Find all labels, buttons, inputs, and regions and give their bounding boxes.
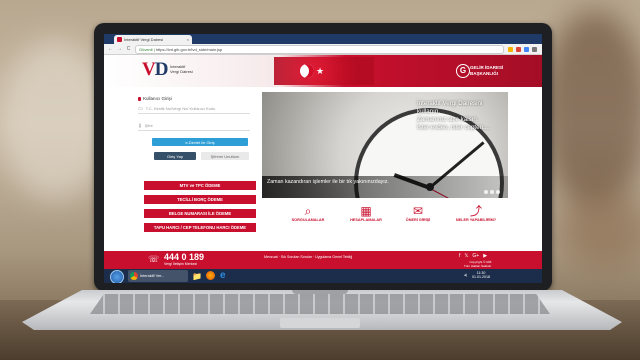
back-arrow-icon[interactable]: ← — [108, 46, 113, 52]
hero-line3: İster evden, ister cepten.... — [417, 124, 490, 131]
taskbar-date: 01.01.2018 — [472, 275, 491, 280]
social-links: f 𝕏 G+ ▶ — [459, 253, 487, 259]
extension-icon[interactable] — [516, 46, 521, 52]
logo-sub-line2: Vergi Dairesi — [170, 69, 193, 74]
hotline-number[interactable]: 444 0 189 — [164, 252, 204, 262]
extension-icons — [508, 46, 537, 52]
queries-link[interactable]: ⌕ SORGULAMALAR — [282, 204, 334, 222]
hero-headline: İnteraktif Vergi Dairesini kullanın. Zam… — [417, 100, 507, 132]
extension-icon[interactable] — [524, 46, 529, 52]
background-blur-right-low — [560, 190, 640, 270]
facebook-icon[interactable]: f — [459, 253, 460, 259]
password-placeholder: Şifre — [144, 123, 153, 128]
tab-title: İnteraktif Vergi Dairesi — [124, 37, 164, 42]
title-deed-phone-fee-payment-button[interactable]: TAPU HARCI / CEP TELEFONU HARCI ÖDEME — [144, 223, 256, 232]
forward-arrow-icon[interactable]: → — [117, 46, 122, 52]
what-can-i-do-link[interactable]: ⤴ NELER YAPABİLİRİM? — [450, 204, 502, 222]
suggestion-link[interactable]: ✉ ÖNERİ GİRİŞİ — [392, 204, 444, 222]
gib-title: GELİR İDARESİ BAŞKANLIĞI — [470, 65, 503, 76]
login-title: Kullanıcı Girişi — [138, 96, 172, 101]
hero-caption: Zaman kazandıran işlemler ile bir tık ya… — [267, 179, 389, 185]
volume-icon[interactable]: ◂) — [464, 273, 467, 277]
laptop-trackpad — [280, 318, 360, 328]
login-button[interactable]: Giriş Yap — [154, 152, 196, 160]
secure-indicator: Güvenli — [139, 46, 153, 52]
windows-taskbar: İnteraktif Ver... 📁 e ◂) 11:30 01.01.201… — [104, 269, 542, 283]
ivd-logo[interactable]: VD — [142, 59, 169, 81]
lock-icon — [138, 96, 141, 101]
gib-logo-icon: G — [456, 64, 470, 78]
url-text: https://ivd.gib.gov.tr/tvd_side/main.jsp — [155, 46, 223, 52]
slide-dot[interactable] — [490, 190, 494, 194]
favicon-icon — [117, 37, 122, 42]
browser-toolbar: ← → C Güvenli | https://ivd.gib.gov.tr/t… — [104, 44, 542, 55]
site-footer: ☏ 444 0 189 Vergi İletişim Merkezi Mevzu… — [104, 251, 542, 269]
address-bar[interactable]: Güvenli | https://ivd.gib.gov.tr/tvd_sid… — [135, 44, 504, 54]
username-field[interactable]: ▭ T.C. Kimlik No/Vergi No/ Kullanıcı Kod… — [138, 104, 250, 114]
hero-line1: İnteraktif Vergi Dairesini kullanın. — [417, 100, 483, 115]
logo-letter-v: V — [142, 59, 156, 80]
copyright-line2: Tüm Hakları Saklıdır — [464, 263, 492, 268]
suggestion-label: ÖNERİ GİRİŞİ — [405, 218, 431, 222]
laptop-hinge-notch — [292, 290, 348, 294]
gib-line1: GELİR İDARESİ — [470, 65, 504, 70]
password-field[interactable]: ⚷ Şifre — [138, 121, 250, 131]
system-tray: ◂) 11:30 01.01.2018 — [464, 271, 490, 279]
browser-tab[interactable]: İnteraktif Vergi Dairesi × — [114, 35, 192, 44]
calculations-link[interactable]: ▦ HESAPLAMALAR — [340, 204, 392, 222]
logo-subtitle: İnteraktif Vergi Dairesi — [170, 64, 193, 74]
id-card-icon: ▭ — [138, 105, 143, 112]
background-blur-right — [540, 10, 640, 210]
info-icon: ⤴ — [469, 204, 482, 218]
start-button[interactable] — [110, 270, 124, 283]
taskbar-chrome-label: İnteraktif Ver... — [140, 274, 165, 278]
twitter-icon[interactable]: 𝕏 — [464, 253, 468, 259]
browser-tab-bar: İnteraktif Vergi Dairesi × — [104, 34, 542, 44]
calculator-icon: ▦ — [360, 204, 372, 218]
hero-slideshow[interactable]: İnteraktif Vergi Dairesini kullanın. Zam… — [262, 92, 508, 198]
internet-explorer-icon[interactable]: e — [220, 269, 226, 281]
reload-icon[interactable]: C — [126, 46, 131, 52]
login-title-text: Kullanıcı Girişi — [143, 96, 172, 101]
google-plus-icon[interactable]: G+ — [472, 253, 479, 259]
laptop-screen: İnteraktif Vergi Dairesi × ← → C Güvenli… — [104, 34, 542, 283]
footer-links[interactable]: Mevzuat · Sık Sorulan Sorular · Uygulama… — [264, 255, 352, 259]
forgot-password-button[interactable]: Şifremi Unuttum — [201, 152, 249, 160]
site-header: VD İnteraktif Vergi Dairesi ★ G GELİR İD… — [104, 55, 542, 87]
hero-line2: Zamanınız size kalsın. — [417, 116, 479, 123]
what-can-i-do-label: NELER YAPABİLİRİM? — [455, 218, 497, 222]
star-icon[interactable] — [508, 46, 513, 52]
calculations-label: HESAPLAMALAR — [350, 218, 382, 222]
youtube-icon[interactable]: ▶ — [483, 253, 487, 259]
copyright: Copyright © GİB Tüm Hakları Saklıdır — [464, 260, 492, 268]
slide-dot[interactable] — [496, 190, 500, 194]
hotline-label: Vergi İletişim Merkezi — [164, 262, 198, 266]
deferred-debt-payment-button[interactable]: TECİLLİ BORÇ ÖDEME — [144, 195, 256, 204]
crescent-icon — [300, 64, 314, 78]
envelope-icon: ✉ — [412, 204, 424, 218]
search-icon: ⌕ — [304, 204, 312, 218]
slide-indicators — [484, 190, 500, 194]
chrome-icon — [130, 272, 138, 280]
folder-icon[interactable]: 📁 — [192, 270, 202, 282]
firefox-icon[interactable] — [206, 271, 215, 280]
close-icon[interactable]: × — [187, 37, 189, 42]
username-placeholder: T.C. Kimlik No/Vergi No/ Kullanıcı Kodu — [145, 106, 216, 111]
logo-letter-d: D — [154, 59, 169, 80]
slide-dot[interactable] — [484, 190, 488, 194]
menu-icon[interactable] — [532, 46, 537, 52]
laptop-keyboard — [90, 294, 550, 314]
hero-caption-bar: Zaman kazandıran işlemler ile bir tık ya… — [262, 176, 508, 198]
phone-icon: ☏ — [148, 254, 160, 264]
gib-line2: BAŞKANLIĞI — [470, 70, 498, 76]
key-icon: ⚷ — [138, 122, 142, 129]
document-number-payment-button[interactable]: BELGE NUMARASI İLE ÖDEME — [144, 209, 256, 218]
queries-label: SORGULAMALAR — [291, 218, 325, 222]
taskbar-chrome-window[interactable]: İnteraktif Ver... — [128, 270, 188, 282]
taskbar-clock[interactable]: 11:30 01.01.2018 — [472, 271, 490, 279]
star-icon: ★ — [316, 66, 325, 76]
edevlet-login-button[interactable]: e-Devlet ile Giriş — [152, 138, 248, 146]
mtv-payment-button[interactable]: MTV ve TPC ÖDEME — [144, 181, 256, 190]
